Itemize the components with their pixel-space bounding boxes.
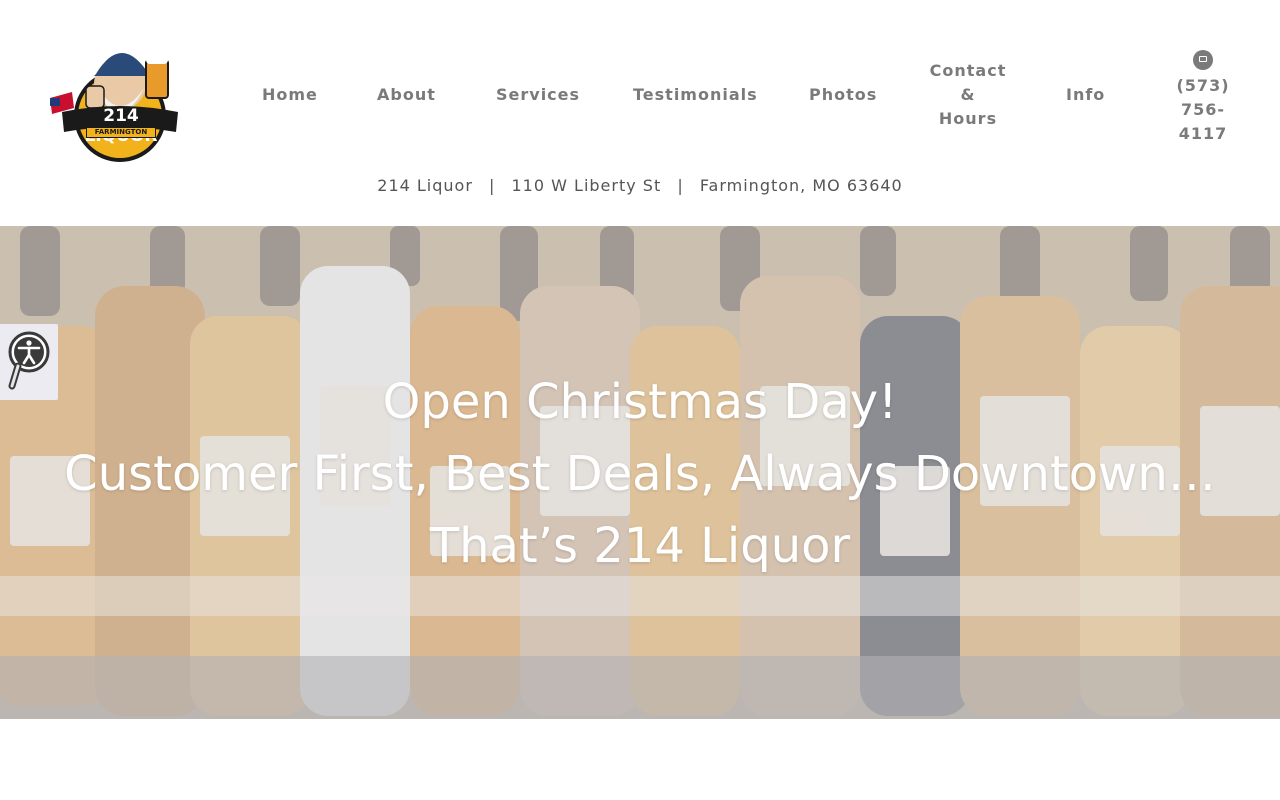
nav-home[interactable]: Home: [262, 83, 318, 107]
nav-info[interactable]: Info: [1066, 83, 1105, 107]
accessibility-icon: [8, 331, 50, 390]
phone-line3: 4117: [1178, 124, 1228, 143]
main-nav: Home About Services Testimonials Photos …: [0, 0, 1280, 170]
nav-services[interactable]: Services: [496, 83, 580, 107]
phone-line2: 756-: [1180, 100, 1226, 119]
nav-testimonials[interactable]: Testimonials: [633, 83, 758, 107]
hero-banner: Open Christmas Day! Customer First, Best…: [0, 226, 1280, 719]
nav-about[interactable]: About: [377, 83, 436, 107]
phone-line1: (573): [1176, 76, 1230, 95]
street-address[interactable]: 110 W Liberty St: [512, 176, 662, 195]
address-separator: |: [677, 176, 684, 195]
address-separator: |: [489, 176, 496, 195]
city-address[interactable]: Farmington, MO 63640: [700, 176, 903, 195]
phone-link[interactable]: (573) 756- 4117: [1168, 50, 1238, 146]
hero-line-2: Customer First, Best Deals, Always Downt…: [64, 446, 1216, 502]
nav-contact-line3: Hours: [938, 109, 998, 128]
hero-line-1: Open Christmas Day!: [382, 374, 898, 430]
hero-heading: Open Christmas Day! Customer First, Best…: [0, 366, 1280, 582]
hero-line-3: That’s 214 Liquor: [429, 518, 851, 574]
site-header: 214 LIQUOR FARMINGTON Home About Service…: [0, 0, 1280, 226]
address-bar: 214 Liquor | 110 W Liberty St | Farmingt…: [0, 174, 1280, 198]
nav-contact-line2: &: [960, 85, 976, 104]
nav-photos[interactable]: Photos: [809, 83, 877, 107]
business-name: 214 Liquor: [377, 176, 473, 195]
phone-icon: [1193, 50, 1213, 70]
nav-contact-line1: Contact: [929, 61, 1007, 80]
accessibility-widget-button[interactable]: [0, 324, 58, 400]
nav-contact-hours[interactable]: Contact & Hours: [928, 59, 1008, 131]
